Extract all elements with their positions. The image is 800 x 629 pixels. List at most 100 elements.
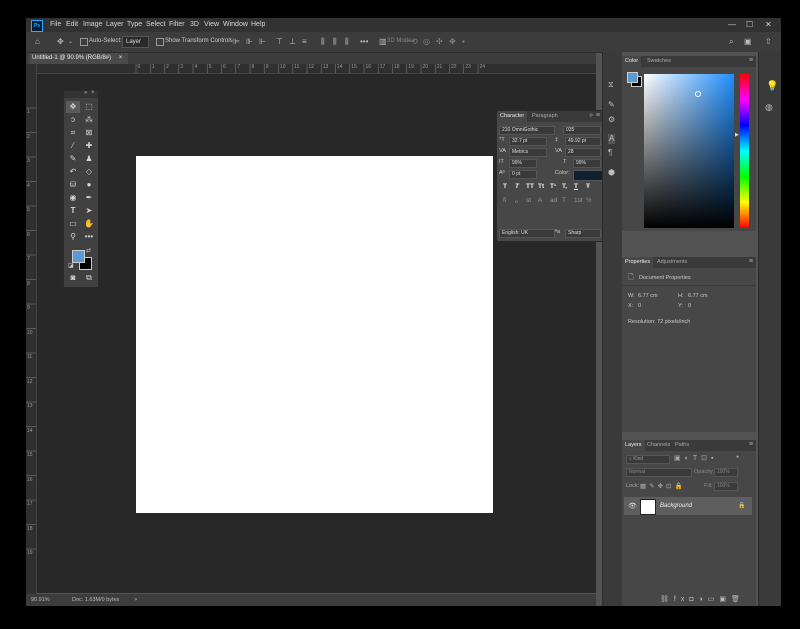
stamp-tool-icon[interactable]: ♟ <box>82 153 96 165</box>
width-value[interactable]: 6.77 cm <box>638 293 658 299</box>
lasso-tool-icon[interactable]: ↄ <box>66 114 80 126</box>
zoom-level[interactable]: 90.91% <box>31 597 50 603</box>
distribute-center-icon[interactable]: ⫼ <box>333 37 337 47</box>
blend-mode-select[interactable]: Normal <box>626 468 692 477</box>
font-size-field[interactable]: 32.7 pt <box>509 137 547 146</box>
3d-pan-icon[interactable]: ✣ <box>436 37 443 47</box>
3d-panel-icon[interactable]: ⬢ <box>608 168 615 178</box>
tab-paragraph[interactable]: Paragraph <box>529 111 561 122</box>
3d-roll-icon[interactable]: ◎ <box>423 37 430 47</box>
document-canvas[interactable] <box>136 156 493 513</box>
tab-channels[interactable]: Channels <box>644 440 673 451</box>
share-icon[interactable]: ⇧ <box>765 37 772 47</box>
close-button[interactable]: ✕ <box>765 20 772 29</box>
align-center-icon[interactable]: ⊪ <box>246 37 253 47</box>
fractions-button[interactable]: ½ <box>586 197 591 204</box>
status-menu-arrow[interactable]: > <box>134 597 137 603</box>
antialias-select[interactable]: Sharp <box>565 229 601 238</box>
history-brush-tool-icon[interactable]: ↶ <box>66 166 80 178</box>
color-picker-field[interactable] <box>644 74 734 228</box>
menu-edit[interactable]: Edit <box>66 21 78 28</box>
language-select[interactable]: English: UK <box>499 229 555 238</box>
foreground-color-swatch[interactable] <box>72 250 85 263</box>
libraries-icon[interactable]: ◍ <box>765 102 773 112</box>
pen-tool-icon[interactable]: ✒ <box>82 192 96 204</box>
strikethrough-button[interactable]: Ŧ <box>586 183 590 190</box>
tab-layers[interactable]: Layers <box>622 440 645 451</box>
small-caps-button[interactable]: Tt <box>538 183 544 190</box>
minimize-button[interactable]: — <box>728 20 736 29</box>
tab-swatches[interactable]: Swatches <box>644 56 674 67</box>
default-colors-icon[interactable]: ◪ <box>68 262 74 269</box>
menu-file[interactable]: File <box>50 21 61 28</box>
menu-filter[interactable]: Filter <box>169 21 185 28</box>
height-value[interactable]: 6.77 cm <box>688 293 708 299</box>
stylistic-alternates-button[interactable]: A <box>538 197 542 204</box>
hand-tool-icon[interactable]: ✋ <box>82 218 96 230</box>
titling-alternates-button[interactable]: ad <box>550 197 557 204</box>
paragraph-panel-icon[interactable]: ¶ <box>608 148 612 158</box>
collapse-icon[interactable]: » <box>589 112 593 119</box>
dodge-tool-icon[interactable]: ◉ <box>66 192 80 204</box>
ordinals-button[interactable]: T <box>562 197 566 204</box>
all-caps-button[interactable]: TT <box>526 183 534 190</box>
layer-footer-icons[interactable]: ⛓fx◘◑▭▣🗑 <box>660 595 745 603</box>
chevron-down-icon[interactable]: ⌄ <box>68 37 73 47</box>
tab-paths[interactable]: Paths <box>672 440 692 451</box>
move-tool-icon[interactable]: ✥ <box>66 101 80 113</box>
ordinals-st-button[interactable]: 1st <box>574 197 583 204</box>
screen-mode-icon[interactable]: ⧉ <box>82 272 96 284</box>
auto-select-checkbox[interactable] <box>80 38 88 46</box>
character-panel-icon[interactable]: A <box>608 134 616 144</box>
align-right-icon[interactable]: ⊩ <box>259 37 266 47</box>
distribute-icon[interactable]: ≡ <box>302 37 307 47</box>
layer-row-background[interactable]: 👁 Background 🔒 <box>624 497 752 515</box>
eyedropper-tool-icon[interactable]: ⁄ <box>66 140 80 152</box>
layer-filter-icons[interactable]: ▣◐T⊡▪ <box>674 454 717 462</box>
more-options-icon[interactable]: ••• <box>360 37 368 47</box>
subscript-button[interactable]: T, <box>562 183 567 190</box>
underline-button[interactable]: T <box>574 183 578 190</box>
toolbox-header[interactable]: » × <box>64 90 98 98</box>
show-transform-checkbox[interactable] <box>156 38 164 46</box>
marquee-tool-icon[interactable]: ⬚ <box>82 101 96 113</box>
layer-filter-select[interactable]: ⌕ Kind <box>626 455 670 464</box>
menu-image[interactable]: Image <box>83 21 102 28</box>
swash-button[interactable]: st <box>526 197 531 204</box>
3d-scale-icon[interactable]: ▪ <box>462 37 465 47</box>
menu-type[interactable]: Type <box>127 21 142 28</box>
properties-panel-menu-icon[interactable]: ≡ <box>749 258 753 265</box>
adjust-panel-icon[interactable]: ⚙ <box>608 115 615 125</box>
eraser-tool-icon[interactable]: ◇ <box>82 166 96 178</box>
x-value[interactable]: 0 <box>638 303 641 309</box>
zoom-tool-icon[interactable]: ⚲ <box>66 231 80 243</box>
layers-panel-menu-icon[interactable]: ≡ <box>749 441 753 448</box>
document-tab[interactable]: Untitled-1 @ 90.9% (RGB/8#) × <box>29 53 129 64</box>
search-icon[interactable]: ⌕ <box>729 37 733 47</box>
path-selection-tool-icon[interactable]: ➤ <box>82 205 96 217</box>
color-panel-foreground[interactable] <box>627 72 638 83</box>
baseline-shift-field[interactable]: 0 pt <box>509 170 537 179</box>
old-style-button[interactable]: ℴ <box>515 197 518 205</box>
menu-select[interactable]: Select <box>146 21 165 28</box>
color-picker-cursor[interactable] <box>695 91 701 97</box>
font-style-select[interactable]: 035 <box>563 126 601 135</box>
color-panel-menu-icon[interactable]: ≡ <box>749 57 753 64</box>
healing-brush-tool-icon[interactable]: ✚ <box>82 140 96 152</box>
lock-icons[interactable]: ▦✎✥⊡🔒 <box>640 482 686 490</box>
distribute-bottom-icon[interactable]: ⫼ <box>345 37 349 47</box>
panel-menu-icon[interactable]: ≡ <box>596 112 600 119</box>
history-panel-icon[interactable]: ⧖ <box>608 80 614 90</box>
quick-mask-icon[interactable]: ◙ <box>66 272 80 284</box>
tab-properties[interactable]: Properties <box>622 257 654 268</box>
fill-field[interactable]: 100% <box>714 482 738 491</box>
paint-bucket-tool-icon[interactable]: ⛁ <box>66 179 80 191</box>
magic-wand-tool-icon[interactable]: ⁂ <box>82 114 96 126</box>
brush-tool-icon[interactable]: ✎ <box>66 153 80 165</box>
home-icon[interactable]: ⌂ <box>35 37 40 47</box>
ligature-button[interactable]: fi <box>503 197 506 204</box>
type-tool-icon[interactable]: T <box>66 205 80 217</box>
filter-toggle-icon[interactable]: ● <box>736 454 739 460</box>
y-value[interactable]: 0 <box>688 303 691 309</box>
opacity-field[interactable]: 100% <box>714 468 738 477</box>
